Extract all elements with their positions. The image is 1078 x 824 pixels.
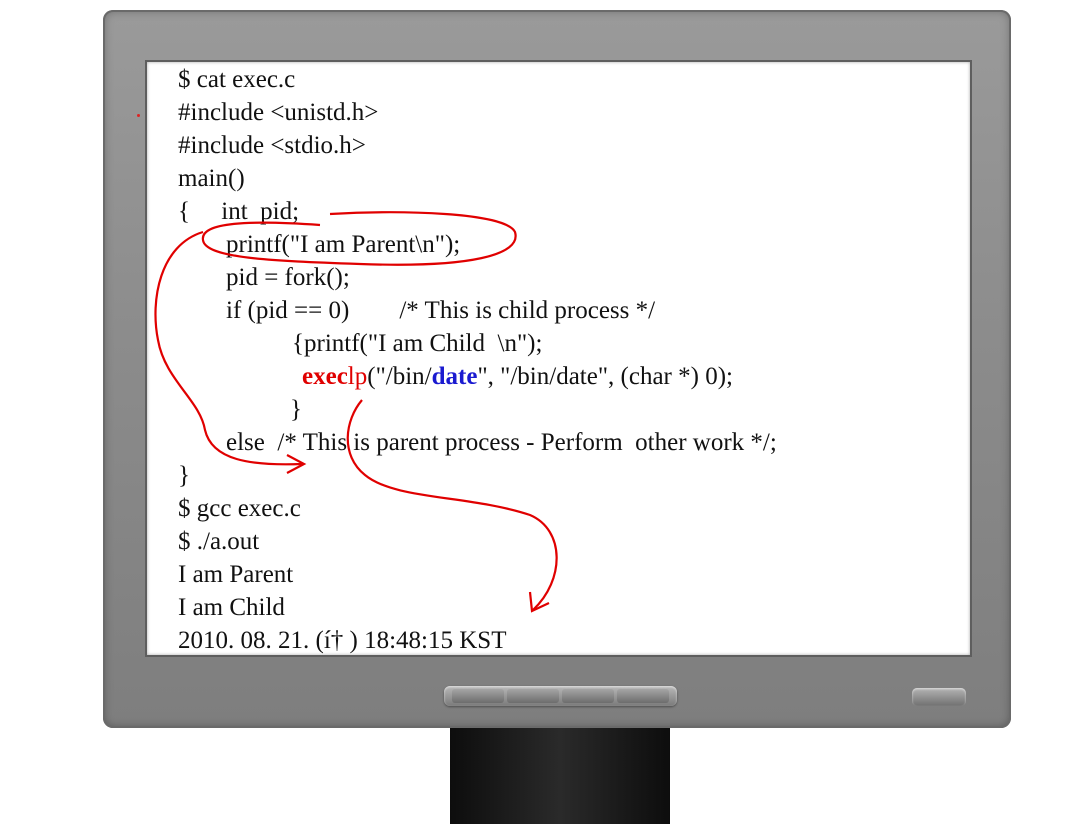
code-line-15: $ ./a.out bbox=[178, 528, 260, 555]
execlp-arg-suffix: ", "/bin/date", (char *) 0); bbox=[477, 363, 733, 390]
terminal-screen: $ cat exec.c #include <unistd.h> #includ… bbox=[145, 60, 972, 657]
power-button[interactable] bbox=[912, 688, 966, 706]
code-line-16: I am Parent bbox=[178, 561, 294, 588]
code-line-5: { int pid; bbox=[178, 198, 300, 225]
execlp-arg-prefix: ("/bin/ bbox=[367, 363, 432, 390]
code-line-18: 2010. 08. 21. (í† ) 18:48:15 KST bbox=[178, 627, 507, 654]
code-line-execlp: execlp("/bin/date", "/bin/date", (char *… bbox=[302, 362, 733, 392]
monitor-button-1[interactable] bbox=[452, 689, 504, 703]
code-line-8: if (pid == 0) /* This is child process *… bbox=[226, 297, 656, 324]
code-line-1: $ cat exec.c bbox=[178, 66, 296, 93]
execlp-func-bold: exec bbox=[302, 363, 348, 390]
code-line-2: #include <unistd.h> bbox=[178, 99, 379, 126]
code-line-9: {printf("I am Child \n"); bbox=[292, 330, 543, 357]
code-line-12: else /* This is parent process - Perform… bbox=[226, 429, 777, 456]
code-line-3: #include <stdio.h> bbox=[178, 132, 366, 159]
code-line-7: pid = fork(); bbox=[226, 264, 350, 291]
monitor-stand bbox=[450, 728, 670, 824]
monitor-control-buttons[interactable] bbox=[444, 686, 677, 706]
code-line-14: $ gcc exec.c bbox=[178, 495, 301, 522]
monitor-button-4[interactable] bbox=[617, 689, 669, 703]
code-line-13: } bbox=[178, 462, 190, 489]
execlp-func-plain: lp bbox=[347, 363, 368, 390]
monitor-button-2[interactable] bbox=[507, 689, 559, 703]
execlp-arg-bold: date bbox=[431, 363, 478, 390]
code-line-6: printf("I am Parent\n"); bbox=[226, 231, 461, 258]
code-line-11: } bbox=[290, 396, 302, 423]
code-line-4: main() bbox=[178, 165, 245, 192]
code-line-17: I am Child bbox=[178, 594, 285, 621]
stray-red-dot bbox=[137, 114, 140, 117]
monitor-button-3[interactable] bbox=[562, 689, 614, 703]
